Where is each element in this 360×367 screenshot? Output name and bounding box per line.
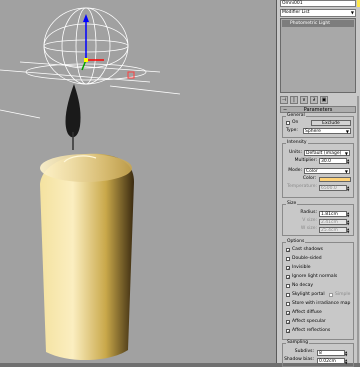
intensity-label: Intensity xyxy=(286,140,308,145)
size-label: Size xyxy=(286,201,298,206)
mode-dropdown[interactable]: Color ▼ xyxy=(304,168,350,174)
vsize-value: 2.41cm xyxy=(321,220,338,225)
option-checkbox[interactable]: ✓ xyxy=(286,311,290,316)
spinner-arrows-icon[interactable]: ▲ ▼ xyxy=(347,159,350,165)
light-color-swatch[interactable] xyxy=(319,177,351,182)
spinner-arrows-icon[interactable]: ▲ ▼ xyxy=(347,228,350,234)
option-label: Affect specular xyxy=(292,319,326,324)
simple-checkbox[interactable] xyxy=(329,293,333,297)
option-checkbox[interactable]: ✓ xyxy=(286,320,290,325)
wsize-spinner[interactable]: 25.4cm ▲ ▼ xyxy=(319,227,350,234)
light-sphere-gizmo xyxy=(0,7,181,119)
pin-stack-icon[interactable]: ⊣ xyxy=(280,96,288,104)
option-checkbox[interactable]: ✓ xyxy=(286,329,290,334)
option-checkbox[interactable] xyxy=(286,302,290,306)
configure-modifier-sets-icon[interactable]: ▣ xyxy=(320,96,328,104)
temperature-value: 6500.0 xyxy=(321,186,337,191)
spinner-arrows-icon[interactable]: ▲ ▼ xyxy=(347,212,350,218)
intensity-group: Intensity Units: Default (image) ▼ Multi… xyxy=(282,140,354,198)
size-group: Size Radius: 1.81cm ▲ ▼ V size: 2.41cm ▲ ▼… xyxy=(282,201,354,236)
wsize-label: W size: xyxy=(300,226,317,231)
stack-item-vraylight[interactable]: Photometric Light xyxy=(282,20,354,27)
radius-spinner[interactable]: 1.81cm ▲ ▼ xyxy=(319,211,350,218)
option-label: No decay xyxy=(292,283,314,288)
chevron-down-icon: ▼ xyxy=(350,10,354,15)
shadow-bias-value: 0.02cm xyxy=(319,359,336,364)
temperature-label: Temperature: xyxy=(286,184,317,189)
general-group: General On Exclude Type: Sphere ▼ xyxy=(282,113,354,138)
chevron-down-icon: ▼ xyxy=(344,151,348,156)
on-label: On xyxy=(292,120,299,125)
units-label: Units: xyxy=(288,150,302,155)
sampling-group: Sampling Subdivs: 8 ▲ ▼ Shadow bias: 0.02… xyxy=(282,340,354,367)
remove-modifier-icon[interactable]: ∂ xyxy=(310,96,318,104)
options-label: Options xyxy=(286,239,306,244)
subdivs-label: Subdivs: xyxy=(294,349,314,354)
multiplier-spinner[interactable]: 30.0 ▲ ▼ xyxy=(319,158,350,165)
option-checkbox[interactable]: ✓ xyxy=(286,266,290,271)
chevron-down-icon: ▼ xyxy=(345,129,349,134)
modifier-list-label: Modifier List xyxy=(282,10,310,15)
option-label: Double-sided xyxy=(292,256,322,261)
make-unique-icon[interactable]: ∨ xyxy=(300,96,308,104)
units-value: Default (image) xyxy=(306,151,342,156)
multiplier-label: Multiplier: xyxy=(294,158,317,163)
subdivs-value: 8 xyxy=(319,351,322,356)
wsize-value: 25.4cm xyxy=(321,228,338,233)
option-checkbox[interactable]: ✓ xyxy=(286,275,290,280)
option-label: Affect reflections xyxy=(292,328,331,333)
on-checkbox[interactable] xyxy=(286,121,290,125)
flame xyxy=(65,84,81,150)
viewport-scene xyxy=(0,7,181,361)
spinner-arrows-icon[interactable]: ▲ ▼ xyxy=(345,351,348,357)
subdivs-spinner[interactable]: 8 ▲ ▼ xyxy=(317,350,348,357)
option-checkbox[interactable]: ✓ xyxy=(286,248,290,253)
spinner-arrows-icon[interactable]: ▲ ▼ xyxy=(345,359,348,365)
modifier-stack[interactable]: Photometric Light xyxy=(280,18,356,93)
radius-label: Radius: xyxy=(300,210,317,215)
parameters-rollout-header[interactable]: − Parameters xyxy=(280,106,356,113)
option-label: Invisible xyxy=(292,265,311,270)
type-label: Type: xyxy=(286,128,298,133)
option-checkbox[interactable] xyxy=(286,257,290,261)
object-name-field[interactable]: Omni001 xyxy=(280,0,356,7)
radius-value: 1.81cm xyxy=(321,212,338,217)
spinner-arrows-icon[interactable]: ▲ ▼ xyxy=(347,220,350,226)
option-label: Skylight portal xyxy=(292,292,325,297)
temperature-spinner[interactable]: 6500.0 ▲ ▼ xyxy=(319,185,350,192)
simple-label: Simple xyxy=(335,292,351,297)
spinner-arrows-icon[interactable]: ▲ ▼ xyxy=(347,186,350,192)
candle xyxy=(40,153,134,361)
option-label: Store with irradiance map xyxy=(292,301,351,306)
stack-toolbar: ⊣ | ∨ ∂ ▣ xyxy=(280,96,356,104)
options-group: Options ✓ Cast shadows Double-sided ✓ Invisi… xyxy=(282,239,354,340)
type-value: Sphere xyxy=(305,129,321,134)
command-panel: Omni001 Modifier List ▼ Photometric Ligh… xyxy=(276,0,360,367)
vsize-label: V size: xyxy=(302,218,317,223)
option-label: Cast shadows xyxy=(292,247,324,252)
type-dropdown[interactable]: Sphere ▼ xyxy=(303,128,351,134)
mode-label: Mode: xyxy=(288,168,302,173)
general-label: General xyxy=(286,113,306,118)
units-dropdown[interactable]: Default (image) ▼ xyxy=(304,150,350,156)
option-label: Affect diffuse xyxy=(292,310,322,315)
show-end-result-icon[interactable]: | xyxy=(290,96,298,104)
exclude-button[interactable]: Exclude xyxy=(311,120,351,126)
modifier-list-dropdown[interactable]: Modifier List ▼ xyxy=(280,9,356,17)
color-label: Color: xyxy=(302,176,316,181)
shadow-bias-spinner[interactable]: 0.02cm ▲ ▼ xyxy=(317,358,348,365)
pivot-axes xyxy=(81,14,104,71)
panel-scrollbar[interactable] xyxy=(357,96,359,363)
parameters-title: Parameters xyxy=(303,107,333,113)
mode-value: Color xyxy=(306,169,318,174)
sampling-label: Sampling xyxy=(286,340,310,345)
option-checkbox[interactable] xyxy=(286,284,290,288)
shadow-bias-label: Shadow bias: xyxy=(284,357,314,362)
3d-viewport[interactable] xyxy=(0,0,276,363)
chevron-down-icon: ▼ xyxy=(344,169,348,174)
option-checkbox[interactable] xyxy=(286,293,290,297)
vsize-spinner[interactable]: 2.41cm ▲ ▼ xyxy=(319,219,350,226)
multiplier-value: 30.0 xyxy=(321,159,332,164)
option-label: Ignore light normals xyxy=(292,274,338,279)
